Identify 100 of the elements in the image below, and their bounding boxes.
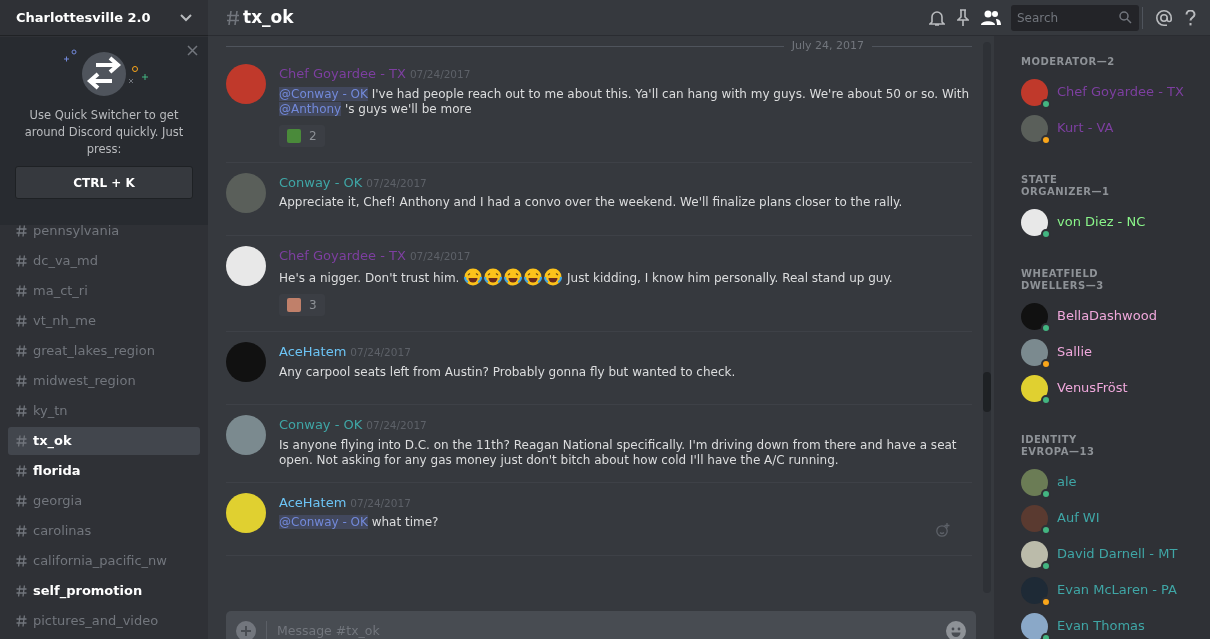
- laughing-emoji-icon: [484, 268, 503, 286]
- channel-name: pictures_and_video: [33, 612, 159, 631]
- channel-item[interactable]: florida: [8, 457, 200, 485]
- avatar[interactable]: [1021, 208, 1048, 236]
- channel-name: tx_ok: [33, 432, 72, 451]
- author-name[interactable]: AceHatem: [279, 344, 347, 359]
- avatar[interactable]: [1021, 302, 1048, 330]
- hash-icon: [16, 285, 27, 297]
- author-name[interactable]: Conway - OK: [279, 417, 363, 432]
- hash-icon: [226, 9, 240, 26]
- member-name[interactable]: BellaDashwood: [1057, 306, 1157, 326]
- reaction-icon: [287, 128, 301, 143]
- message-text: Is anyone flying into D.C. on the 11th? Reagan National specifically. I'm driving down from there and have a seat open. Not asking for any gas money just don't bitch about how cold I'll have the A/C running.: [279, 437, 958, 468]
- hash-icon: [16, 555, 27, 567]
- role-heading: MODERATOR—2: [1021, 56, 1116, 68]
- channel-item[interactable]: ky_tn: [8, 397, 200, 425]
- channel-item[interactable]: pictures_and_video: [8, 607, 200, 635]
- laughing-emoji-icon: [504, 268, 523, 286]
- member-name[interactable]: Sallie: [1057, 342, 1093, 362]
- channel-name: carolinas: [33, 522, 92, 541]
- hash-icon: [16, 465, 27, 477]
- channel-item[interactable]: great_lakes_region: [8, 337, 200, 365]
- avatar[interactable]: [1021, 374, 1048, 402]
- message-text: He's a nigger. Don't trust him. Just kidding, I know him personally. Real stand up guy.: [279, 268, 972, 286]
- bell-icon[interactable]: [929, 8, 945, 27]
- channel-name: self_promotion: [33, 582, 143, 601]
- avatar[interactable]: [1021, 78, 1048, 106]
- role-heading: WHEATFIELD DWELLERS—3: [1021, 268, 1105, 292]
- channel-name: pennsylvania: [33, 222, 120, 241]
- channel-name: ma_ct_ri: [33, 282, 88, 301]
- channel-name: midwest_region: [33, 372, 136, 391]
- channel-item[interactable]: ma_ct_ri: [8, 277, 200, 305]
- member-name[interactable]: David Darnell - MT: [1057, 544, 1178, 564]
- channel-name: california_pacific_nw: [33, 552, 167, 571]
- laughing-emoji-icon: [544, 268, 563, 286]
- date-divider: July 24, 2017: [791, 37, 864, 54]
- message-text: @Conway - OK I've had people reach out to me about this. Ya'll can hang with my guys. We're about 50 or so. With @Anthony 's guys we'll be more: [279, 86, 971, 117]
- author-name[interactable]: AceHatem: [279, 494, 347, 510]
- reaction-icon: [287, 298, 301, 312]
- server-name[interactable]: Charlottesville 2.0: [16, 7, 151, 28]
- channel-name: florida: [33, 462, 81, 481]
- avatar[interactable]: [226, 492, 266, 533]
- channel-item[interactable]: tx_ok: [8, 427, 200, 455]
- avatar[interactable]: [1021, 504, 1048, 532]
- avatar[interactable]: [1021, 576, 1048, 604]
- member-name[interactable]: VenusFröst: [1057, 378, 1128, 398]
- members-icon[interactable]: [981, 9, 1001, 26]
- hash-icon: [16, 405, 27, 417]
- laughing-emoji-icon: [464, 268, 483, 286]
- help-icon[interactable]: [1185, 9, 1196, 26]
- channel-title: tx_ok: [243, 5, 294, 29]
- avatar[interactable]: [1021, 338, 1048, 366]
- hash-icon: [16, 585, 27, 597]
- channel-item[interactable]: carolinas: [8, 517, 200, 545]
- hash-icon: [16, 375, 27, 387]
- avatar[interactable]: [1021, 612, 1048, 639]
- channel-item[interactable]: georgia: [8, 487, 200, 515]
- reaction-button[interactable]: 2: [279, 124, 325, 147]
- shortcut-button[interactable]: CTRL + K: [15, 166, 193, 199]
- quick-switcher-hint: Use Quick Switcher to get around Discord quickly. Just press:: [23, 107, 185, 158]
- hash-icon: [16, 315, 27, 327]
- scrollbar-thumb[interactable]: [983, 372, 991, 412]
- emoji-icon[interactable]: [946, 621, 966, 639]
- member-name[interactable]: Evan McLaren - PA: [1057, 580, 1177, 600]
- chevron-down-icon[interactable]: [180, 13, 192, 22]
- hash-icon: [16, 225, 27, 237]
- hash-icon: [16, 495, 27, 507]
- message-text: Any carpool seats left from Austin? Probably gonna fly but wanted to check.: [279, 364, 737, 380]
- member-name[interactable]: ale: [1057, 472, 1077, 492]
- avatar[interactable]: [1021, 114, 1048, 142]
- channel-name: georgia: [33, 492, 83, 511]
- channel-item[interactable]: vt_nh_me: [8, 307, 200, 335]
- avatar[interactable]: [226, 245, 266, 286]
- close-icon[interactable]: [187, 45, 198, 56]
- author-name[interactable]: Conway - OK: [279, 174, 363, 190]
- message-text: Appreciate it, Chef! Anthony and I had a convo over the weekend. We'll finalize plans closer to the rally.: [279, 195, 904, 210]
- channel-item[interactable]: self_promotion: [8, 577, 200, 605]
- member-name[interactable]: Kurt - VA: [1057, 118, 1114, 138]
- member-name[interactable]: Auf WI: [1057, 508, 1100, 528]
- message-text: @Conway - OK what time?: [279, 515, 440, 530]
- channel-item[interactable]: midwest_region: [8, 367, 200, 395]
- channel-name: dc_va_md: [33, 252, 98, 271]
- avatar[interactable]: [1021, 540, 1048, 568]
- channel-item[interactable]: pennsylvania: [8, 217, 200, 245]
- member-name[interactable]: Evan Thomas: [1057, 616, 1145, 636]
- reaction-button[interactable]: 3: [279, 294, 325, 316]
- channel-item[interactable]: california_pacific_nw: [8, 547, 200, 575]
- member-name[interactable]: Chef Goyardee - TX: [1057, 82, 1184, 102]
- channel-name: vt_nh_me: [33, 312, 96, 331]
- avatar[interactable]: [1021, 468, 1048, 496]
- search-field[interactable]: Search: [1011, 4, 1139, 31]
- hash-icon: [16, 345, 27, 357]
- member-name[interactable]: von Diez - NC: [1057, 212, 1146, 232]
- pin-icon[interactable]: [957, 8, 969, 27]
- mention-link[interactable]: @Anthony: [279, 101, 342, 116]
- mention-link[interactable]: @Conway - OK: [279, 86, 368, 101]
- mention-link[interactable]: @Conway - OK: [279, 515, 368, 529]
- role-heading: STATE ORGANIZER—1: [1021, 174, 1111, 198]
- mention-icon[interactable]: [1155, 8, 1173, 27]
- channel-item[interactable]: dc_va_md: [8, 247, 200, 275]
